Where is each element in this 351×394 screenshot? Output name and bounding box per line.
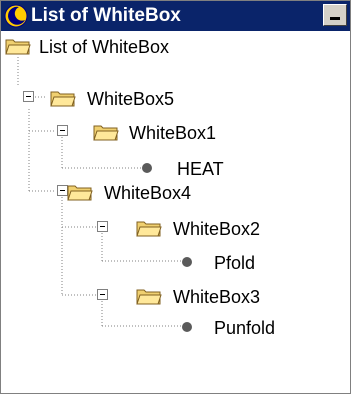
leaf-dot-icon (182, 322, 192, 332)
folder-open-icon (93, 125, 119, 141)
tree-view[interactable]: List of WhiteBox WhiteBox5 WhiteBox1 HEA… (1, 31, 350, 393)
tree-node-whitebox1[interactable]: WhiteBox1 (1, 121, 350, 147)
tree-label-whitebox5: WhiteBox5 (87, 89, 175, 109)
tree-node-pfold[interactable]: Pfold (1, 249, 350, 275)
folder-open-icon (5, 39, 31, 55)
tree-label-whitebox1: WhiteBox1 (129, 123, 217, 143)
tree-label-whitebox2: WhiteBox2 (173, 219, 261, 239)
tree-label-whitebox4: WhiteBox4 (104, 183, 192, 203)
tree-node-punfold[interactable]: Punfold (1, 314, 350, 340)
leaf-dot-icon (182, 257, 192, 267)
window-title: List of WhiteBox (31, 5, 181, 26)
minimize-button[interactable] (323, 4, 347, 26)
folder-open-icon (67, 185, 93, 201)
title-bar[interactable]: List of WhiteBox (1, 1, 350, 31)
window: List of WhiteBox List of WhiteBox WhiteB… (0, 0, 351, 394)
tree-label-punfold: Punfold (214, 318, 276, 338)
moon-icon (4, 4, 28, 28)
tree-label-root: List of WhiteBox (39, 37, 170, 57)
tree-label-pfold: Pfold (214, 253, 256, 273)
tree-node-whitebox4[interactable]: WhiteBox4 (1, 181, 350, 207)
leaf-dot-icon (142, 163, 152, 173)
minimize-icon (330, 17, 340, 20)
tree-node-whitebox3[interactable]: WhiteBox3 (1, 285, 350, 311)
folder-open-icon (50, 91, 76, 107)
tree-label-heat: HEAT (177, 159, 224, 179)
tree-node-root[interactable]: List of WhiteBox (1, 31, 350, 57)
tree-node-whitebox5[interactable]: WhiteBox5 (1, 87, 350, 113)
tree-node-heat[interactable]: HEAT (1, 155, 350, 181)
tree-label-whitebox3: WhiteBox3 (173, 287, 261, 307)
folder-open-icon (136, 289, 162, 305)
tree-node-whitebox2[interactable]: WhiteBox2 (1, 217, 350, 243)
folder-open-icon (136, 221, 162, 237)
